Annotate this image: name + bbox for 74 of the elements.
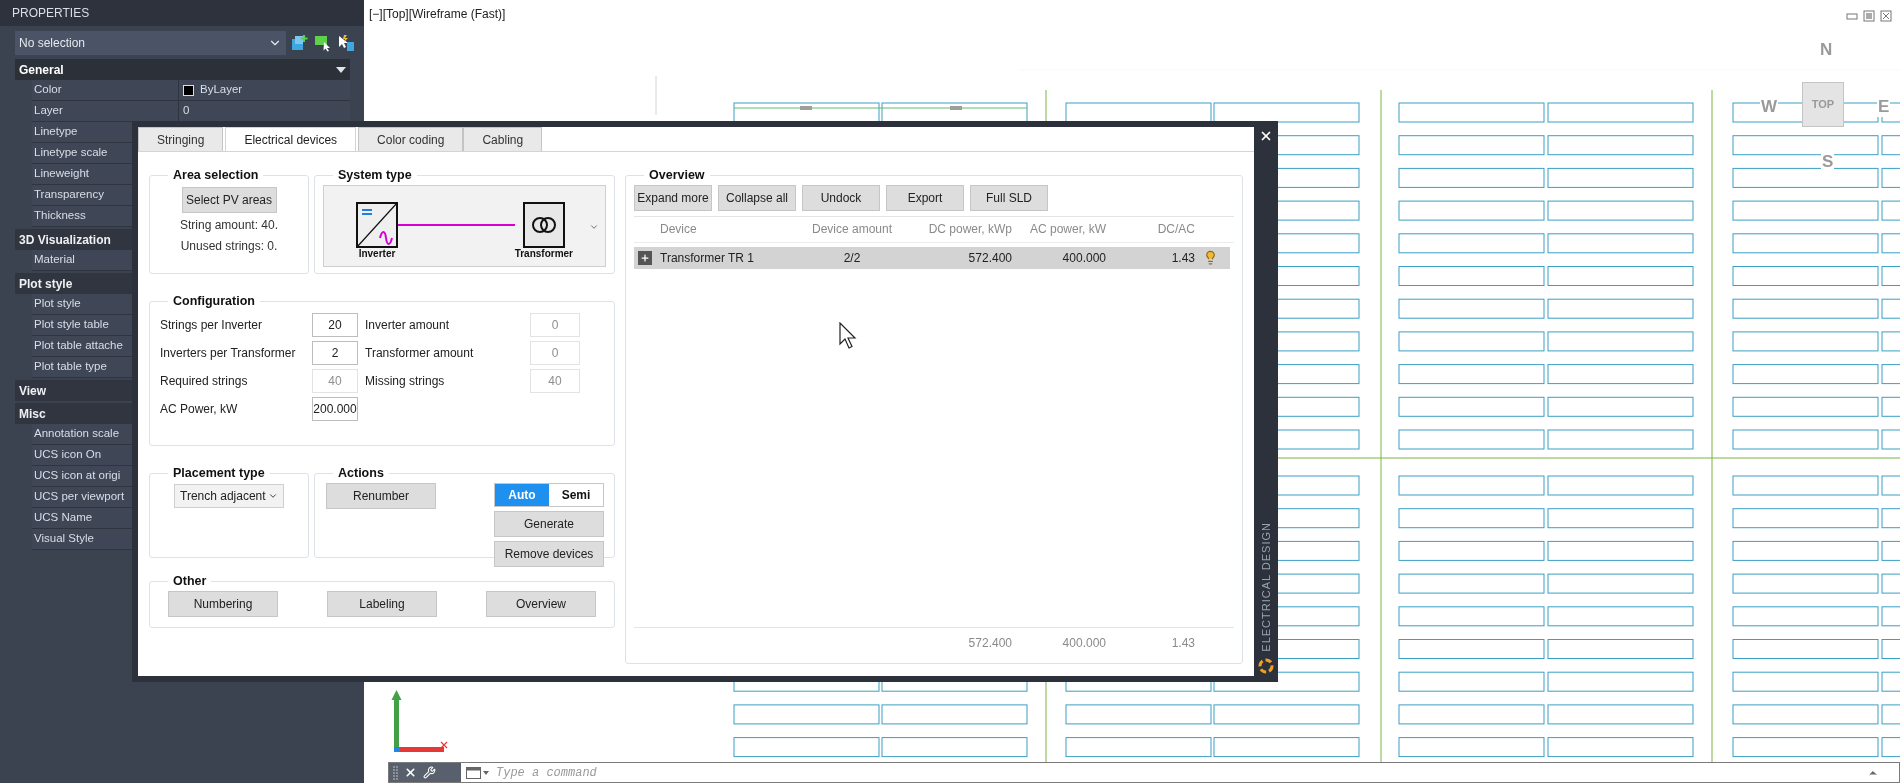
expand-toggle[interactable] [638, 250, 652, 265]
dialog-button[interactable]: Collapse all [718, 184, 796, 211]
property-value: 0 [183, 103, 190, 119]
column-header[interactable]: AC power, kW [1012, 220, 1106, 239]
inverter-icon [356, 201, 398, 248]
column-header[interactable]: DC power, kWp [898, 220, 1012, 239]
tab[interactable]: Stringing [138, 127, 224, 151]
quick-select-icon[interactable] [337, 34, 355, 52]
column-header[interactable]: DC/AC [1106, 220, 1195, 239]
mouse-cursor-icon [839, 322, 857, 349]
command-history-icon[interactable] [466, 766, 490, 779]
transformer-icon [522, 201, 565, 248]
group-title: System type [337, 167, 413, 184]
add-selection-icon[interactable] [291, 34, 309, 52]
dialog-button[interactable]: Undock [802, 184, 880, 211]
ucs-axes-icon [391, 690, 448, 752]
field-label: Inverter amount [365, 316, 451, 334]
dialog-button[interactable]: Renumber [326, 482, 436, 509]
group-title: Overview [648, 167, 706, 184]
system-type-selector[interactable]: Inverter Transformer [323, 184, 606, 267]
device-label: Inverter [358, 247, 396, 260]
input-field[interactable]: 2 [312, 340, 358, 365]
dialog-button[interactable]: Export [886, 184, 964, 211]
tab[interactable]: Electrical devices [225, 127, 357, 151]
grip-icon[interactable] [393, 765, 398, 780]
logo-icon [1258, 658, 1274, 674]
area-info-text: String amount: 40. [179, 216, 279, 234]
color-swatch-icon [183, 84, 194, 96]
panel-title: PROPERTIES [0, 0, 364, 26]
dialog-button[interactable]: Numbering [168, 590, 278, 617]
group-title: Actions [337, 465, 385, 482]
property-label: Color [32, 80, 179, 100]
side-title: ELECTRICAL DESIGN [1258, 522, 1273, 652]
column-header[interactable]: Device amount [806, 220, 898, 239]
area-info-text: Unused strings: 0. [180, 237, 278, 255]
total-cell-text: 400.000 [1061, 634, 1106, 652]
collapse-arrow-icon[interactable] [336, 66, 346, 73]
tab[interactable]: Color coding [358, 127, 464, 151]
viewport-label[interactable]: [−][Top][Wireframe (Fast)] [369, 5, 506, 23]
dialog-button[interactable]: Expand more [634, 184, 712, 211]
tab[interactable]: Cabling [463, 127, 543, 151]
dialog-button[interactable]: Select PV areas [181, 186, 277, 213]
dialog-button[interactable]: Overview [486, 590, 596, 617]
total-cell-text: 572.400 [967, 634, 1012, 652]
dialog-button[interactable]: Remove devices [494, 540, 604, 567]
input-field[interactable]: 200.000 [312, 396, 358, 421]
select-objects-icon[interactable] [314, 34, 332, 52]
group-title: Other [172, 573, 208, 590]
restore-icon[interactable] [1863, 10, 1875, 22]
table-cell-text: 572.400 [967, 249, 1012, 267]
lightbulb-icon [1203, 250, 1218, 266]
dialog-button[interactable]: Full SLD [970, 184, 1048, 211]
field-label: Missing strings [365, 372, 446, 390]
minimize-icon[interactable] [1846, 10, 1858, 22]
dialog-button[interactable]: Labeling [327, 590, 437, 617]
close-icon[interactable] [404, 766, 417, 779]
total-cell-text: 1.43 [1170, 634, 1195, 652]
section-header[interactable]: General [15, 59, 350, 80]
selection-dropdown[interactable]: No selection [15, 31, 286, 55]
close-icon[interactable] [1259, 129, 1273, 143]
table-cell-text: 400.000 [1061, 249, 1106, 267]
table-cell-text: 1.43 [1170, 249, 1195, 267]
table-row[interactable]: Transformer TR 1 2/2 572.400 400.000 1.43 [634, 246, 1230, 269]
table-cell-text: 2/2 [842, 249, 862, 267]
placement-dropdown[interactable]: Trench adjacent [174, 483, 284, 508]
wrench-icon[interactable] [423, 766, 436, 779]
field-label: Transformer amount [365, 344, 475, 362]
table-cell-text: Transformer TR 1 [659, 249, 756, 267]
column-header[interactable]: Device [658, 220, 806, 239]
input-field[interactable]: 20 [312, 312, 358, 337]
dialog-button[interactable]: Generate [494, 510, 604, 537]
device-label: Transformer [514, 247, 573, 260]
field-label: AC Power, kW [160, 400, 239, 418]
property-value: ByLayer [200, 82, 243, 98]
